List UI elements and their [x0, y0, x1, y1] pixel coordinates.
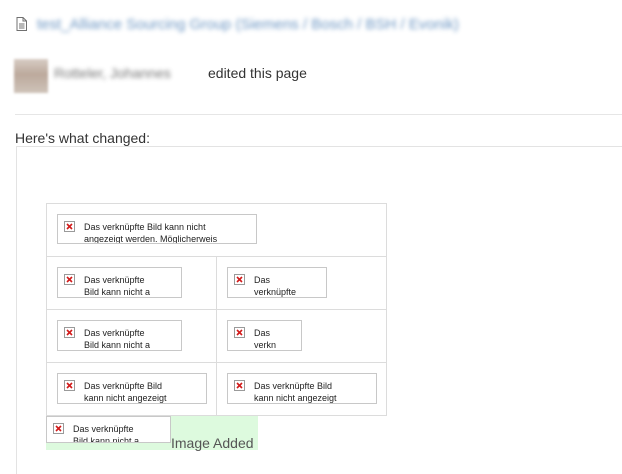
page-icon [16, 17, 27, 31]
broken-image-placeholder[interactable]: Das verknüpfte Bild kann nicht angezeigt [57, 373, 207, 404]
broken-image-placeholder[interactable]: Das verknüpfte Bild kann nicht angezeigt… [57, 214, 257, 244]
broken-image-icon [64, 327, 75, 338]
broken-image-placeholder[interactable]: Das verknüpfte Bild kann nicht a [57, 267, 182, 298]
broken-image-text: Das [254, 328, 271, 338]
broken-image-icon [234, 327, 245, 338]
broken-image-text: verkn [254, 340, 277, 350]
broken-image-placeholder[interactable]: Das verknüpfte Bild kann nicht angezeigt [227, 373, 377, 404]
avatar[interactable] [14, 59, 48, 93]
broken-image-icon [64, 380, 75, 391]
broken-image-text: Bild kann nicht a [73, 436, 140, 443]
image-added-label: Image Added [171, 435, 254, 451]
broken-image-placeholder[interactable]: Das verknüpfte [227, 267, 327, 298]
broken-image-icon [234, 274, 245, 285]
broken-image-text: kann nicht angezeigt [84, 393, 167, 403]
author-name[interactable]: Rotteler, Johannes [54, 63, 171, 83]
broken-image-text: angezeigt werden. Möglicherweis [84, 234, 218, 244]
table-col-divider [216, 256, 217, 415]
divider [15, 114, 622, 115]
broken-image-icon [64, 274, 75, 285]
broken-image-text: Das verknüpfte [73, 424, 134, 434]
activity-action: edited this page [208, 65, 307, 81]
broken-image-text: Das [254, 275, 271, 285]
broken-image-text: Das verknüpfte Bild [254, 381, 333, 391]
broken-image-icon [64, 221, 75, 232]
broken-image-text: Das verknüpfte [84, 328, 145, 338]
broken-image-text: Bild kann nicht a [84, 340, 151, 350]
broken-image-placeholder[interactable]: Das verknüpfte Bild kann nicht a [57, 320, 182, 351]
broken-image-text: Das verknüpfte Bild [84, 381, 163, 391]
broken-image-text: Das verknüpfte Bild kann nicht [84, 222, 206, 232]
broken-image-text: Bild kann nicht a [84, 287, 151, 297]
page-title-link[interactable]: test_Alliance Sourcing Group (Siemens / … [37, 14, 605, 36]
broken-image-icon [53, 423, 64, 434]
broken-image-text: Das verknüpfte [84, 275, 145, 285]
broken-image-text: kann nicht angezeigt [254, 393, 337, 403]
changes-heading: Here's what changed: [15, 130, 150, 146]
broken-image-placeholder[interactable]: Das verkn [227, 320, 302, 351]
broken-image-text: verknüpfte [254, 287, 297, 297]
added-broken-image-placeholder[interactable]: Das verknüpfte Bild kann nicht a [46, 416, 171, 443]
broken-image-icon [234, 380, 245, 391]
